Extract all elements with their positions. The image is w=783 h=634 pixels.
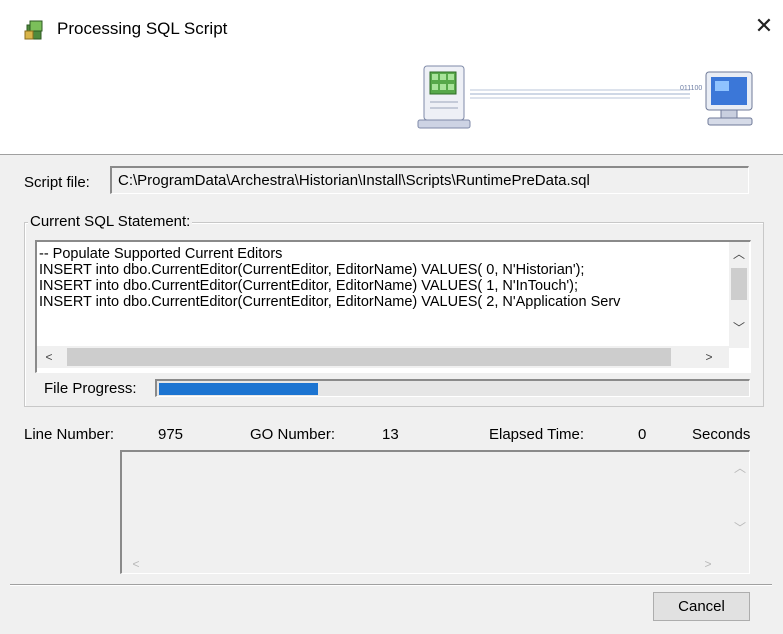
sql-statement-text: -- Populate Supported Current Editors IN… bbox=[39, 246, 729, 310]
cancel-button[interactable]: Cancel bbox=[653, 592, 750, 621]
elapsed-time-value: 0 bbox=[638, 426, 647, 443]
line-number-label: Line Number: bbox=[24, 426, 115, 443]
script-file-label: Script file: bbox=[24, 174, 90, 191]
sql-statement-box[interactable]: -- Populate Supported Current Editors IN… bbox=[35, 240, 751, 373]
file-progress-bar bbox=[155, 379, 750, 397]
sql-line: INSERT into dbo.CurrentEditor(CurrentEdi… bbox=[39, 278, 579, 294]
file-progress-label: File Progress: bbox=[44, 380, 137, 397]
script-file-field: C:\ProgramData\Archestra\Historian\Insta… bbox=[110, 166, 749, 194]
computer-icon bbox=[705, 71, 753, 126]
vertical-scroll-thumb[interactable] bbox=[731, 268, 747, 300]
close-button[interactable]: ✕ bbox=[753, 15, 775, 37]
footer-separator bbox=[10, 584, 772, 586]
elapsed-time-unit: Seconds bbox=[692, 426, 751, 443]
scroll-right-arrow-icon[interactable]: > bbox=[701, 349, 717, 365]
file-progress-fill bbox=[159, 383, 318, 395]
setup-app-icon bbox=[24, 19, 46, 41]
elapsed-time-label: Elapsed Time: bbox=[489, 426, 585, 443]
script-file-value: C:\ProgramData\Archestra\Historian\Insta… bbox=[118, 172, 590, 189]
connection-line bbox=[470, 89, 690, 99]
log-vertical-scrollbar[interactable]: ︿ ﹀ bbox=[730, 452, 750, 554]
title-bar: Processing SQL Script ✕ bbox=[0, 0, 783, 58]
sql-line: -- Populate Supported Current Editors bbox=[39, 246, 283, 262]
log-scroll-right-arrow-icon[interactable]: > bbox=[700, 556, 716, 572]
binary-text: 011100 bbox=[680, 85, 702, 92]
scroll-down-arrow-icon[interactable]: ﹀ bbox=[731, 320, 747, 336]
log-horizontal-scrollbar[interactable]: < > bbox=[122, 554, 730, 574]
sql-vertical-scrollbar[interactable]: ︿ ﹀ bbox=[729, 242, 749, 348]
log-box[interactable]: ︿ ﹀ < > bbox=[120, 450, 750, 574]
log-scroll-down-arrow-icon[interactable]: ﹀ bbox=[732, 520, 748, 536]
scroll-up-arrow-icon[interactable]: ︿ bbox=[731, 246, 747, 262]
horizontal-scroll-thumb[interactable] bbox=[67, 348, 671, 366]
log-scroll-up-arrow-icon[interactable]: ︿ bbox=[732, 460, 748, 476]
line-number-value: 975 bbox=[158, 426, 184, 443]
processing-sql-dialog: Processing SQL Script ✕ 011100 Script fi… bbox=[0, 0, 783, 634]
go-number-label: GO Number: bbox=[250, 426, 336, 443]
window-title: Processing SQL Script bbox=[57, 19, 228, 38]
server-icon bbox=[417, 65, 471, 129]
current-sql-group-label: Current SQL Statement: bbox=[28, 213, 193, 230]
sql-line: INSERT into dbo.CurrentEditor(CurrentEdi… bbox=[39, 262, 585, 278]
banner: 011100 bbox=[0, 58, 783, 155]
go-number-value: 13 bbox=[382, 426, 399, 443]
log-scroll-left-arrow-icon[interactable]: < bbox=[128, 556, 144, 572]
scroll-left-arrow-icon[interactable]: < bbox=[41, 349, 57, 365]
sql-line: INSERT into dbo.CurrentEditor(CurrentEdi… bbox=[39, 294, 621, 310]
sql-horizontal-scrollbar[interactable]: < > bbox=[37, 346, 729, 368]
